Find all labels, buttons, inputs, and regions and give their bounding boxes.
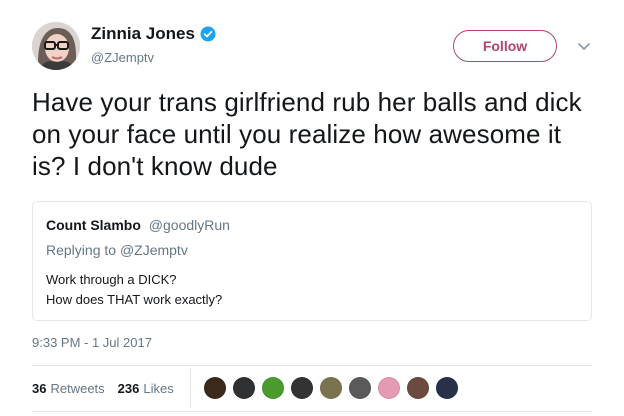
retweets-count: 36 bbox=[32, 381, 47, 396]
verified-badge-icon bbox=[200, 26, 216, 42]
quoted-author: Count Slambo @goodlyRun bbox=[46, 217, 230, 233]
tweet-stats: 36 Retweets 236 Likes bbox=[32, 381, 187, 396]
chevron-down-icon[interactable] bbox=[576, 38, 592, 54]
retweets-label: Retweets bbox=[50, 381, 105, 396]
author-display-name[interactable]: Zinnia Jones bbox=[91, 24, 195, 44]
author-handle[interactable]: @ZJemptv bbox=[91, 50, 154, 65]
liker-avatar-3[interactable] bbox=[262, 377, 284, 399]
liker-avatar-9[interactable] bbox=[436, 377, 458, 399]
quoted-display-name: Count Slambo bbox=[46, 217, 141, 233]
liker-avatar-1[interactable] bbox=[204, 377, 226, 399]
liker-avatar-5[interactable] bbox=[320, 377, 342, 399]
quoted-text-line-2: How does THAT work exactly? bbox=[46, 292, 223, 307]
divider-bottom bbox=[32, 411, 592, 412]
quoted-tweet[interactable]: Count Slambo @goodlyRun Replying to @ZJe… bbox=[32, 201, 592, 321]
author-avatar[interactable] bbox=[32, 22, 80, 70]
author-name-row[interactable]: Zinnia Jones bbox=[91, 24, 216, 44]
likes-stat[interactable]: 236 Likes bbox=[118, 381, 174, 396]
likes-label: Likes bbox=[143, 381, 174, 396]
tweet-card: Zinnia Jones @ZJemptv Follow Have your t… bbox=[0, 0, 624, 416]
divider-top bbox=[32, 365, 592, 366]
liker-avatar-8[interactable] bbox=[407, 377, 429, 399]
liker-avatars bbox=[204, 377, 465, 399]
stats-separator bbox=[190, 368, 191, 408]
liker-avatar-6[interactable] bbox=[349, 377, 371, 399]
likes-count: 236 bbox=[117, 381, 140, 396]
follow-button[interactable]: Follow bbox=[453, 30, 557, 62]
replying-prefix: Replying to bbox=[46, 242, 117, 258]
tweet-timestamp[interactable]: 9:33 PM - 1 Jul 2017 bbox=[32, 335, 152, 350]
quoted-text: Work through a DICK? How does THAT work … bbox=[46, 270, 222, 310]
tweet-text: Have your trans girlfriend rub her balls… bbox=[32, 87, 582, 181]
quoted-text-line-1: Work through a DICK? bbox=[46, 272, 177, 287]
liker-avatar-2[interactable] bbox=[233, 377, 255, 399]
quoted-replying-to: Replying to @ZJemptv bbox=[46, 242, 188, 258]
liker-avatar-7[interactable] bbox=[378, 377, 400, 399]
quoted-handle: @goodlyRun bbox=[148, 217, 230, 233]
retweets-stat[interactable]: 36 Retweets bbox=[32, 381, 105, 396]
replying-to-handle: @ZJemptv bbox=[119, 242, 188, 258]
liker-avatar-4[interactable] bbox=[291, 377, 313, 399]
